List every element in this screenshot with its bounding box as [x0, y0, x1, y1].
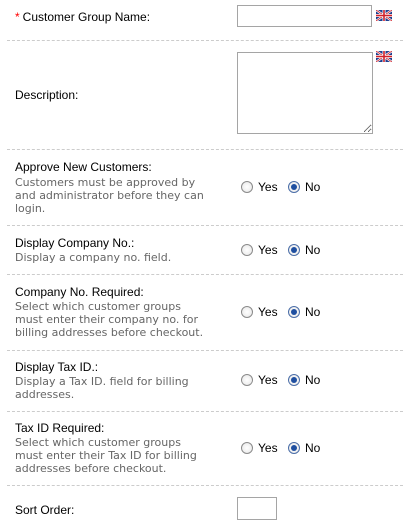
radio-yes-label: Yes: [258, 441, 278, 455]
uk-flag-icon: [376, 10, 392, 21]
customer-group-name-row: * Customer Group Name:: [7, 0, 403, 41]
radio-no-selected[interactable]: [288, 374, 300, 386]
sort-order-row: Sort Order:: [7, 486, 403, 528]
radio-no-label: No: [305, 243, 321, 257]
company-no-required-no[interactable]: No: [288, 305, 320, 319]
display-tax-id-row: Display Tax ID.: Display a Tax ID. field…: [7, 351, 403, 412]
radio-yes-label: Yes: [258, 180, 278, 194]
tax-id-required-yes[interactable]: Yes: [241, 441, 278, 455]
company-no-required-label: Company No. Required:: [15, 285, 144, 299]
approve-new-customers-no[interactable]: No: [288, 180, 320, 194]
tax-id-required-label: Tax ID Required:: [15, 421, 105, 435]
display-company-no-row: Display Company No.: Display a company n…: [7, 226, 403, 275]
radio-yes-label: Yes: [258, 243, 278, 257]
radio-no-selected[interactable]: [288, 181, 300, 193]
radio-no-label: No: [305, 305, 321, 319]
radio-yes-label: Yes: [258, 305, 278, 319]
company-no-required-yes[interactable]: Yes: [241, 305, 278, 319]
radio-no-label: No: [305, 373, 321, 387]
display-tax-id-yes[interactable]: Yes: [241, 373, 278, 387]
approve-new-customers-help: Customers must be approved by and admini…: [15, 176, 204, 215]
customer-group-name-input[interactable]: [237, 5, 372, 27]
uk-flag-icon: [376, 51, 392, 62]
sort-order-input[interactable]: [237, 497, 277, 520]
radio-yes[interactable]: [241, 181, 253, 193]
company-no-required-row: Company No. Required: Select which custo…: [7, 275, 403, 351]
approve-new-customers-label: Approve New Customers:: [15, 160, 152, 174]
tax-id-required-row: Tax ID Required: Select which customer g…: [7, 412, 403, 486]
radio-yes[interactable]: [241, 442, 253, 454]
company-no-required-help: Select which customer groups must enter …: [15, 300, 204, 339]
description-row: Description:: [7, 41, 403, 150]
radio-yes[interactable]: [241, 244, 253, 256]
display-tax-id-label: Display Tax ID.:: [15, 360, 99, 374]
required-mark: *: [15, 10, 20, 24]
radio-yes[interactable]: [241, 306, 253, 318]
approve-new-customers-row: Approve New Customers: Customers must be…: [7, 150, 403, 226]
radio-no-selected[interactable]: [288, 244, 300, 256]
display-tax-id-no[interactable]: No: [288, 373, 320, 387]
customer-group-name-label-text: Customer Group Name:: [22, 10, 151, 24]
radio-no-label: No: [305, 180, 321, 194]
description-textarea[interactable]: [237, 52, 373, 134]
tax-id-required-no[interactable]: No: [288, 441, 320, 455]
display-company-no-help: Display a company no. field.: [15, 251, 172, 264]
display-tax-id-help: Display a Tax ID. field for billing addr…: [15, 375, 189, 401]
radio-no-selected[interactable]: [288, 306, 300, 318]
radio-no-selected[interactable]: [288, 442, 300, 454]
radio-no-label: No: [305, 441, 321, 455]
approve-new-customers-yes[interactable]: Yes: [241, 180, 278, 194]
radio-yes[interactable]: [241, 374, 253, 386]
sort-order-label: Sort Order:: [15, 503, 75, 517]
customer-group-name-label: * Customer Group Name:: [15, 10, 150, 24]
radio-yes-label: Yes: [258, 373, 278, 387]
description-label: Description:: [15, 88, 79, 102]
display-company-no-label: Display Company No.:: [15, 236, 135, 250]
display-company-no-yes[interactable]: Yes: [241, 243, 278, 257]
display-company-no-no[interactable]: No: [288, 243, 320, 257]
tax-id-required-help: Select which customer groups must enter …: [15, 436, 197, 475]
